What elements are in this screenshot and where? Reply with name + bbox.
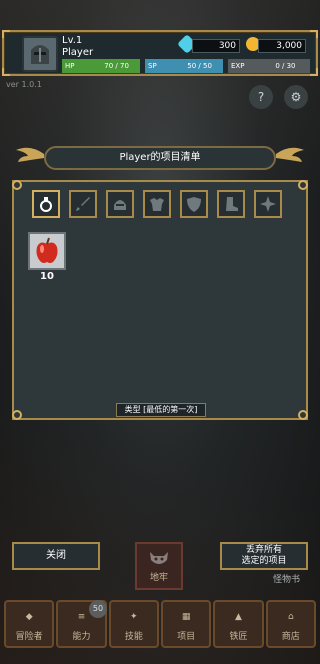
nav-items[interactable]: ▦ 项目 [160,600,212,648]
corner-ornament [12,410,22,420]
nav-label: 冒险者 [15,632,43,642]
hp-label: HP [65,62,75,70]
corner-ornament [298,410,308,420]
player-avatar[interactable] [22,36,58,72]
gold-count: 3,000 [258,39,306,53]
settings-button[interactable]: ⚙ [284,85,308,109]
helmet-icon [114,200,126,210]
nav-label: 铁匠 [229,632,248,642]
monster-book-label[interactable]: 怪物书 [273,572,300,585]
corner-ornament [310,30,318,38]
hp-value: 70 / 70 [104,62,129,70]
potion-icon [40,197,52,212]
sliders-icon: ≡ [77,612,86,622]
sort-button[interactable]: 类型 [最低的第一次] [116,403,206,417]
sp-bar: SP 50 / 50 [145,59,223,73]
dungeon-button[interactable]: 地牢 [135,542,183,590]
bottom-nav: ◆ 冒险者 ≡ 能力 ✦ 技能 ▦ 项目 ▲ 铁匠 ⌂ 商店 [4,600,316,650]
exp-bar: EXP 0 / 30 [228,59,310,73]
tab-boots[interactable] [217,190,245,218]
exp-value: 0 / 30 [275,62,296,70]
help-button[interactable]: ? [249,85,273,109]
sword-icon [76,197,90,211]
nav-blacksmith[interactable]: ▲ 铁匠 [213,600,264,648]
ability-points-badge: 50 [89,600,107,618]
nav-skill[interactable]: ✦ 技能 [108,600,159,648]
corner-ornament [310,68,318,76]
grid-icon: ▦ [181,612,191,622]
corner-ornament [2,30,10,38]
boots-icon [226,197,238,211]
tab-accessory[interactable] [254,190,282,218]
corner-ornament [2,68,10,76]
tab-helmet[interactable] [106,190,134,218]
knight-helmet-icon [31,45,49,64]
question-icon: ? [257,90,265,104]
right-wing-ornament [276,147,304,162]
nav-label: 技能 [124,632,143,642]
hp-bar: HP 70 / 70 [62,59,140,73]
item-slot-apple[interactable] [28,232,66,270]
tab-weapon[interactable] [69,190,97,218]
nav-shop[interactable]: ⌂ 商店 [265,600,316,648]
gem-count: 300 [192,39,240,53]
nav-label: 项目 [177,632,196,642]
close-button[interactable]: 关闭 [12,542,100,570]
sp-value: 50 / 50 [187,62,212,70]
accessory-icon [260,196,276,212]
armor-icon [150,198,164,211]
player-level: Lv.1 [62,35,83,46]
nav-adventurer[interactable]: ◆ 冒险者 [4,600,55,648]
shop-icon: ⌂ [287,612,294,622]
adventurer-icon: ◆ [25,612,33,622]
inventory-title: Player的项目清单 [44,146,276,170]
wand-icon: ✦ [130,612,138,622]
anvil-icon: ▲ [235,612,242,622]
discard-selected-button[interactable]: 丢弃所有 选定的项目 [220,542,308,570]
nav-label: 商店 [281,632,300,642]
player-status-header: Lv.1 Player 300 3,000 HP 70 / 70 SP 50 /… [2,30,318,76]
apple-icon [36,237,58,263]
player-name: Player [62,47,94,58]
left-wing-ornament [16,147,44,162]
corner-ornament [298,180,308,190]
nav-label: 能力 [72,632,91,642]
gear-icon: ⚙ [290,90,302,104]
tab-potion[interactable] [32,190,60,218]
sp-label: SP [148,62,157,70]
shield-icon [187,197,201,212]
tab-armor[interactable] [143,190,171,218]
tab-shield[interactable] [180,190,208,218]
item-category-tabs [32,190,282,218]
inventory-panel: 10 类型 [最低的第一次] [12,180,308,420]
version-label: ver 1.0.1 [6,80,42,89]
dungeon-label: 地牢 [149,572,168,583]
exp-label: EXP [231,62,245,70]
demon-skull-icon [150,551,168,564]
item-quantity: 10 [40,271,54,282]
corner-ornament [12,180,22,190]
